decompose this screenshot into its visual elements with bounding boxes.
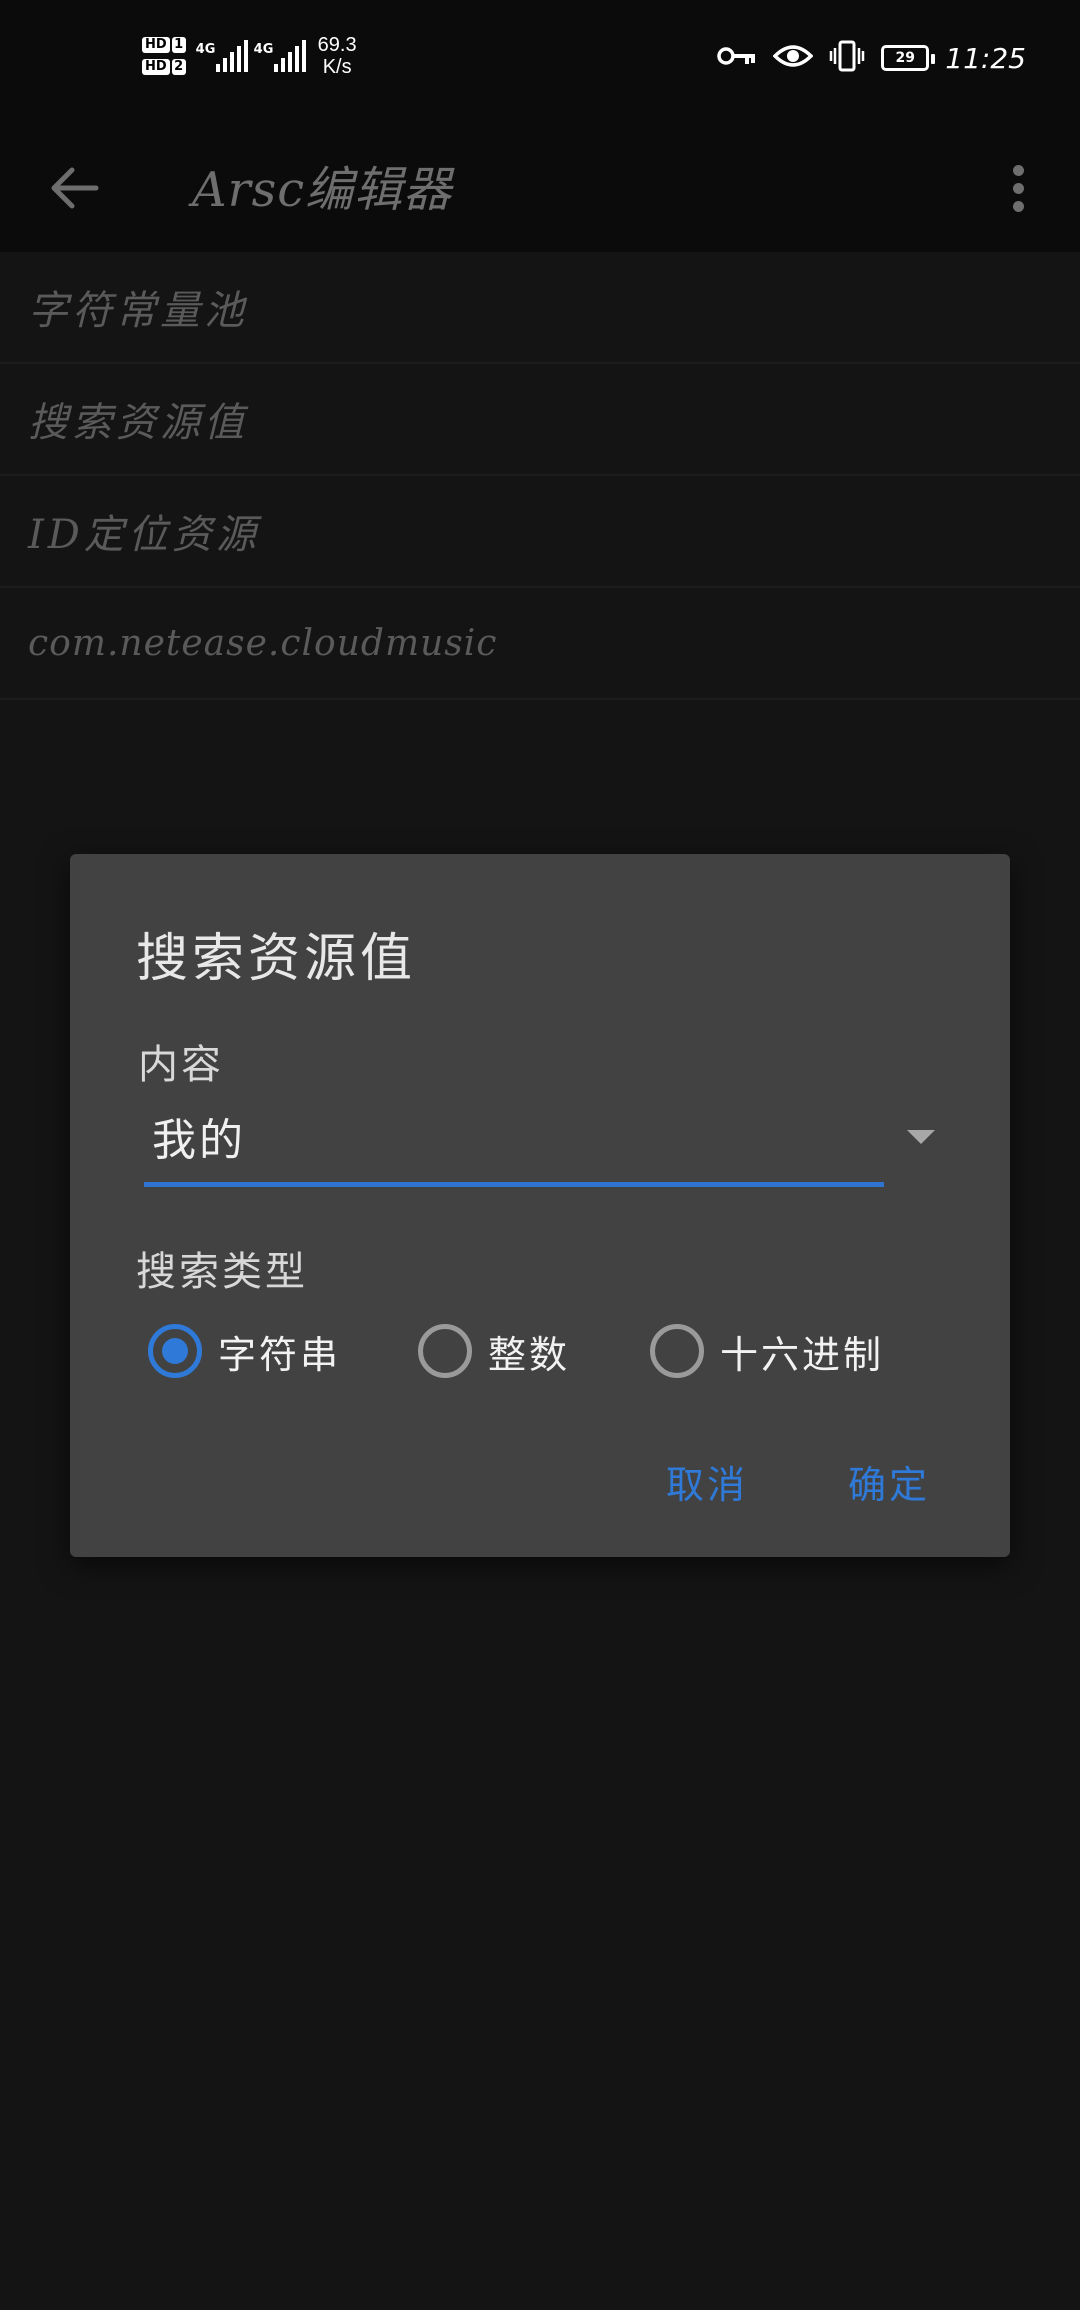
list-item-label: ID定位资源 [28,512,260,558]
radio-label: 十六进制 [720,1332,885,1377]
signal-icon: 4G [254,36,306,76]
search-resource-dialog: 搜索资源值 内容 我的 搜索类型 字符串 整数 十六进制 取消 确定 [70,854,1010,1557]
radio-hex[interactable]: 十六进制 [650,1316,884,1386]
sim2-indicator: HD 2 [142,59,186,75]
ok-button[interactable]: 确定 [848,1454,930,1509]
key-icon [717,44,757,72]
history-dropdown-button[interactable] [886,1102,956,1172]
back-button[interactable] [36,150,112,226]
chevron-down-icon [907,1130,935,1144]
page-title: Arsc编辑器 [192,162,453,218]
list-item-label: 字符常量池 [28,288,248,334]
signal-icon: 4G [196,36,248,76]
signal-bars [215,40,248,72]
list-item-package[interactable]: com.netease.cloudmusic [0,588,1080,700]
status-bar: HD 1 HD 2 4G 4G 69.3 K/s 29 11:25 [0,0,1080,120]
eye-icon [772,42,814,74]
app-toolbar: Arsc编辑器 [0,120,1080,252]
content-input[interactable]: 我的 [152,1104,246,1168]
radio-unchecked-icon [650,1324,704,1378]
sim-number: 2 [171,59,186,75]
vibrate-icon [829,40,865,76]
battery-level: 29 [895,50,916,66]
hd-badge: HD [142,37,170,53]
radio-label: 整数 [488,1332,571,1377]
sim-indicators: HD 1 HD 2 [142,37,186,75]
search-type-radio-group: 字符串 整数 十六进制 [148,1316,988,1386]
screen: HD 1 HD 2 4G 4G 69.3 K/s 29 11:25 Arsc编辑… [0,0,1080,2310]
menu-list: 字符常量池 搜索资源值 ID定位资源 com.netease.cloudmusi… [0,252,1080,700]
signal-bars [273,40,306,72]
status-left: HD 1 HD 2 4G 4G 69.3 K/s [142,34,357,78]
dialog-title: 搜索资源值 [136,929,417,989]
more-vert-icon [1012,164,1024,176]
network-type: 4G [195,42,216,57]
list-item-id-locate[interactable]: ID定位资源 [0,476,1080,588]
arrow-left-icon [51,167,99,209]
list-item-string-pool[interactable]: 字符常量池 [0,252,1080,364]
more-options-button[interactable] [980,150,1056,226]
speed-value: 69.3 [317,34,357,56]
hd-badge: HD [142,59,170,75]
network-type: 4G [253,42,274,57]
radio-string[interactable]: 字符串 [148,1316,341,1386]
battery-icon: 29 [881,45,936,71]
cancel-button[interactable]: 取消 [666,1454,748,1509]
status-right: 29 11:25 [717,40,1026,76]
clock: 11:25 [945,41,1026,75]
list-item-label: 搜索资源值 [28,400,248,446]
sim-number: 1 [171,37,186,53]
input-underline [144,1182,884,1187]
speed-unit: K/s [322,56,352,78]
radio-label: 字符串 [218,1332,342,1377]
sim1-indicator: HD 1 [142,37,186,53]
list-item-search-resource[interactable]: 搜索资源值 [0,364,1080,476]
radio-checked-icon [148,1324,202,1378]
dialog-actions: 取消 确定 [666,1454,930,1509]
list-item-label: com.netease.cloudmusic [28,622,498,664]
radio-unchecked-icon [418,1324,472,1378]
network-speed: 69.3 K/s [318,34,357,78]
radio-integer[interactable]: 整数 [418,1316,570,1386]
search-type-label: 搜索类型 [136,1249,308,1295]
content-input-field: 我的 [144,1102,956,1192]
content-label: 内容 [138,1042,224,1088]
